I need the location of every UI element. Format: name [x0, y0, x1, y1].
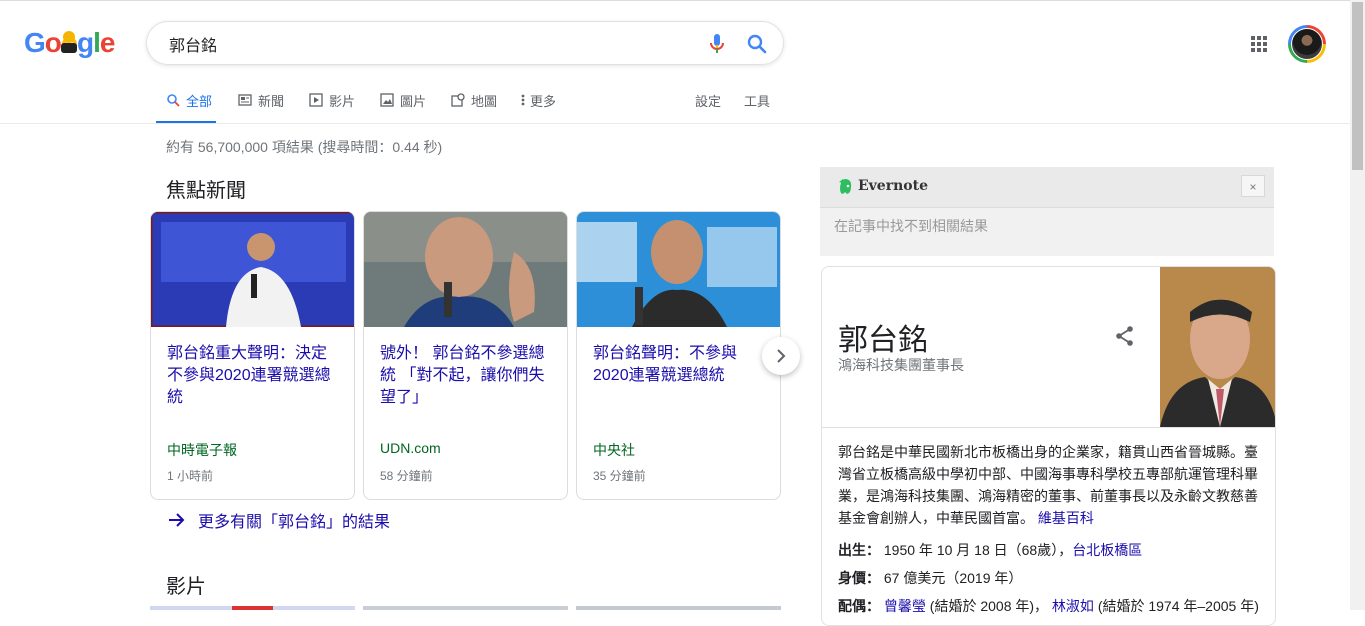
entity-photo[interactable]	[1160, 267, 1276, 427]
map-icon	[451, 93, 465, 107]
fact-label: 出生：	[838, 542, 880, 558]
spouse-link[interactable]: 曾馨瑩	[884, 598, 926, 614]
more-news-link[interactable]: 更多有關「郭台銘」的結果	[168, 508, 390, 532]
fact-label: 配偶：	[838, 598, 880, 614]
tab-videos[interactable]: 影片	[309, 91, 355, 123]
news-card-time: 1 小時前	[167, 469, 214, 483]
tab-label: 圖片	[400, 94, 427, 109]
news-card-time: 58 分鐘前	[380, 469, 433, 483]
fact-net-worth: 身價： 67 億美元（2019 年）	[838, 568, 1022, 588]
evernote-title: Evernote	[858, 178, 928, 194]
news-card-title: 號外！ 郭台銘不參選總統 「對不起，讓你們失望了」	[380, 345, 545, 406]
fact-value: 67 億美元（2019 年）	[883, 570, 1023, 586]
more-news-label: 更多有關「郭台銘」的結果	[198, 514, 391, 531]
tools-link[interactable]: 工具	[744, 91, 770, 110]
top-border	[0, 0, 1365, 1]
news-thumbnail	[151, 212, 354, 327]
tab-more[interactable]: 更多	[520, 91, 556, 123]
wikipedia-link[interactable]: 維基百科	[1038, 510, 1094, 526]
news-card-source: 中央社	[593, 442, 635, 458]
tab-maps[interactable]: 地圖	[451, 91, 497, 123]
entity-subtitle: 鴻海科技集團董事長	[838, 357, 964, 373]
news-icon	[238, 94, 252, 106]
tab-images[interactable]: 圖片	[380, 91, 426, 123]
fact-label: 身價：	[838, 570, 880, 586]
video-icon	[309, 93, 323, 107]
fact-spouse: 配偶： 曾馨瑩 (結婚於 2008 年)， 林淑如 (結婚於 1974 年–20…	[838, 596, 1259, 616]
knowledge-panel: 郭台銘 鴻海科技集團董事長 郭台銘是中華民國新北市板橋出身的企業家，籍貫山西省晉…	[821, 266, 1276, 626]
news-thumbnail	[364, 212, 567, 327]
result-stats: 約有 56,700,000 項結果 (搜尋時間：0.44 秒)	[166, 139, 443, 155]
account-avatar[interactable]	[1288, 25, 1326, 63]
news-card[interactable]: 郭台銘聲明：不參與2020連署競選總統 中央社 35 分鐘前	[576, 211, 781, 500]
search-box	[146, 21, 784, 65]
logo-letter: l	[93, 27, 101, 58]
entity-description: 郭台銘是中華民國新北市板橋出身的企業家，籍貫山西省晉城縣。臺灣省立板橋高級中學初…	[838, 441, 1263, 529]
arrow-right-icon	[169, 513, 185, 527]
tab-label: 更多	[530, 94, 557, 109]
fact-value: (結婚於 2008 年)，	[929, 598, 1049, 614]
news-card-source: UDN.com	[380, 440, 441, 456]
news-thumbnail	[577, 212, 780, 327]
news-card[interactable]: 號外！ 郭台銘不參選總統 「對不起，讓你們失望了」 UDN.com 58 分鐘前	[363, 211, 568, 500]
close-button[interactable]: ×	[1241, 175, 1265, 197]
news-card-title: 郭台銘聲明：不參與2020連署競選總統	[593, 345, 738, 384]
chevron-right-icon	[777, 349, 786, 363]
tab-label: 全部	[186, 94, 213, 109]
fact-value: (結婚於 1974 年–2005 年)	[1097, 598, 1259, 614]
header-divider	[0, 123, 1350, 124]
birthplace-link[interactable]: 台北板橋區	[1072, 542, 1142, 558]
news-card-time: 35 分鐘前	[593, 469, 646, 483]
spouse-link[interactable]: 林淑如	[1052, 598, 1094, 614]
evernote-header: Evernote ×	[820, 167, 1274, 208]
tab-label: 影片	[329, 94, 356, 109]
apps-grid-icon[interactable]	[1249, 34, 1269, 54]
tab-all[interactable]: 全部	[155, 91, 217, 124]
image-icon	[380, 93, 394, 107]
evernote-elephant-icon	[839, 179, 852, 194]
google-logo[interactable]: Google	[24, 27, 116, 59]
tab-news[interactable]: 新聞	[238, 91, 284, 123]
video-thumbnail[interactable]	[576, 606, 781, 610]
mic-icon[interactable]	[705, 32, 729, 56]
evernote-message: 在記事中找不到相關結果	[834, 218, 988, 234]
tab-label: 地圖	[471, 94, 498, 109]
video-thumbnail[interactable]	[150, 606, 355, 610]
news-card[interactable]: 郭台銘重大聲明：決定不參與2020連署競選總統 中時電子報 1 小時前	[150, 211, 355, 500]
search-icon[interactable]	[745, 32, 769, 56]
tab-label: 新聞	[258, 94, 285, 109]
evernote-widget: Evernote × 在記事中找不到相關結果	[820, 167, 1274, 256]
news-card-source: 中時電子報	[167, 442, 237, 458]
fact-born: 出生： 1950 年 10 月 18 日（68歲），台北板橋區	[838, 540, 1142, 560]
fact-value: 1950 年 10 月 18 日（68歲），	[883, 542, 1073, 558]
logo-letter: e	[99, 27, 116, 58]
news-card-title: 郭台銘重大聲明：決定不參與2020連署競選總統	[167, 345, 331, 406]
top-stories-heading: 焦點新聞	[166, 180, 246, 202]
settings-link[interactable]: 設定	[695, 91, 721, 110]
more-vert-icon	[521, 94, 525, 106]
scrollbar-thumb[interactable]	[1352, 2, 1363, 170]
doodle-figure-icon: o	[60, 27, 78, 59]
video-thumbnail[interactable]	[363, 606, 568, 610]
share-icon[interactable]	[1114, 325, 1136, 347]
panel-divider	[822, 427, 1275, 428]
logo-letter: G	[24, 27, 46, 58]
videos-heading: 影片	[166, 576, 206, 598]
search-icon	[167, 94, 180, 107]
search-input[interactable]	[167, 32, 691, 56]
avatar-image	[1291, 28, 1323, 60]
carousel-next-button[interactable]	[762, 337, 800, 375]
entity-name: 郭台銘	[838, 324, 928, 357]
